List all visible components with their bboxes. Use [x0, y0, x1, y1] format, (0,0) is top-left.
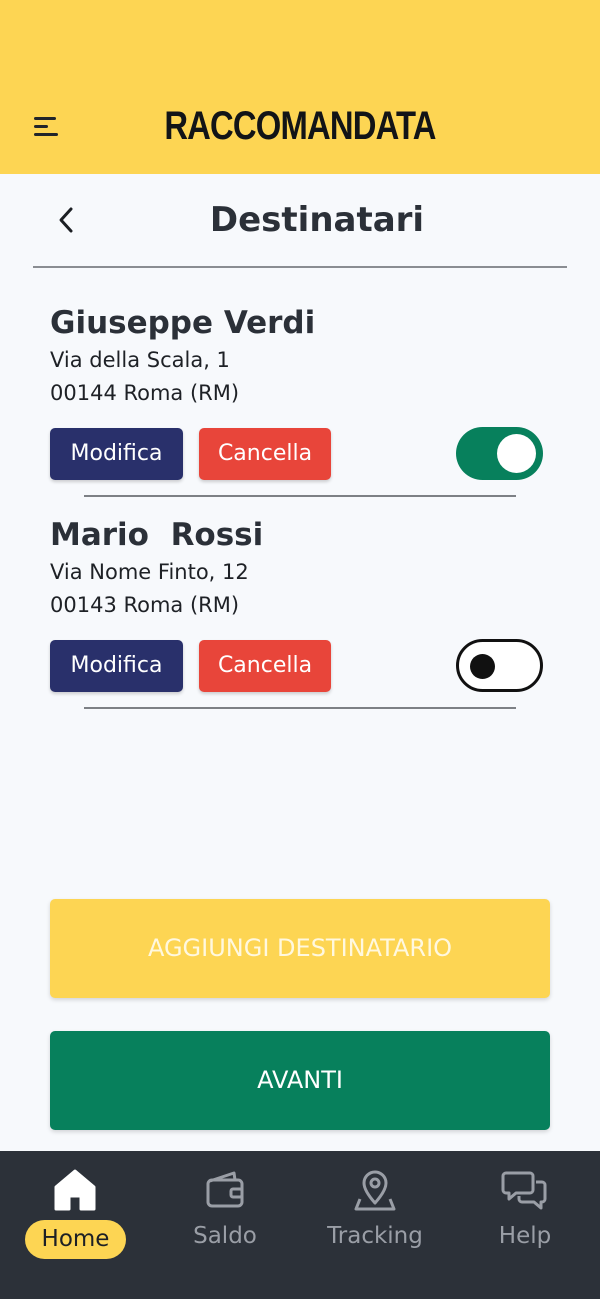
app-header: RACCOMANDATA: [0, 0, 600, 174]
select-recipient-toggle[interactable]: [456, 427, 543, 480]
nav-label: Help: [498, 1223, 552, 1249]
add-recipient-button[interactable]: AGGIUNGI DESTINATARIO: [50, 899, 550, 998]
page-title: Destinatari: [209, 200, 425, 240]
recipient-card: Giuseppe Verdi Via della Scala, 1 00144 …: [50, 302, 550, 497]
map-pin-icon: [350, 1165, 400, 1215]
chat-bubbles-icon: [500, 1165, 550, 1215]
nav-label: Saldo: [193, 1223, 257, 1249]
nav-item-help[interactable]: Help: [450, 1151, 600, 1299]
edit-button[interactable]: Modifica: [50, 640, 183, 692]
next-button[interactable]: AVANTI: [50, 1031, 550, 1130]
delete-button[interactable]: Cancella: [199, 428, 331, 480]
nav-item-saldo[interactable]: Saldo: [150, 1151, 300, 1299]
recipient-name: Mario Rossi: [50, 517, 264, 553]
nav-item-home[interactable]: Home: [0, 1151, 150, 1299]
header-divider: [33, 266, 567, 268]
edit-button[interactable]: Modifica: [50, 428, 183, 480]
app-title: RACCOMANDATA: [164, 104, 436, 148]
page-header: Destinatari: [0, 174, 600, 270]
bottom-nav: Home Saldo Tracking Help: [0, 1151, 600, 1299]
recipient-divider: [84, 495, 516, 497]
select-recipient-toggle[interactable]: [456, 639, 543, 692]
nav-label: Tracking: [327, 1223, 423, 1249]
recipient-address-line2: 00143 Roma (RM): [50, 593, 240, 617]
nav-label: Home: [25, 1220, 126, 1259]
delete-button[interactable]: Cancella: [199, 640, 331, 692]
recipient-address-line1: Via Nome Finto, 12: [50, 560, 249, 584]
nav-item-tracking[interactable]: Tracking: [300, 1151, 450, 1299]
toggle-knob: [470, 654, 495, 679]
wallet-icon: [200, 1165, 250, 1215]
recipient-card: Mario Rossi Via Nome Finto, 12 00143 Rom…: [50, 514, 550, 709]
recipient-address-line2: 00144 Roma (RM): [50, 381, 240, 405]
home-icon: [50, 1165, 100, 1215]
recipient-address-line1: Via della Scala, 1: [50, 348, 230, 372]
recipient-divider: [84, 707, 516, 709]
toggle-knob: [497, 434, 536, 473]
recipient-name: Giuseppe Verdi: [50, 305, 316, 341]
